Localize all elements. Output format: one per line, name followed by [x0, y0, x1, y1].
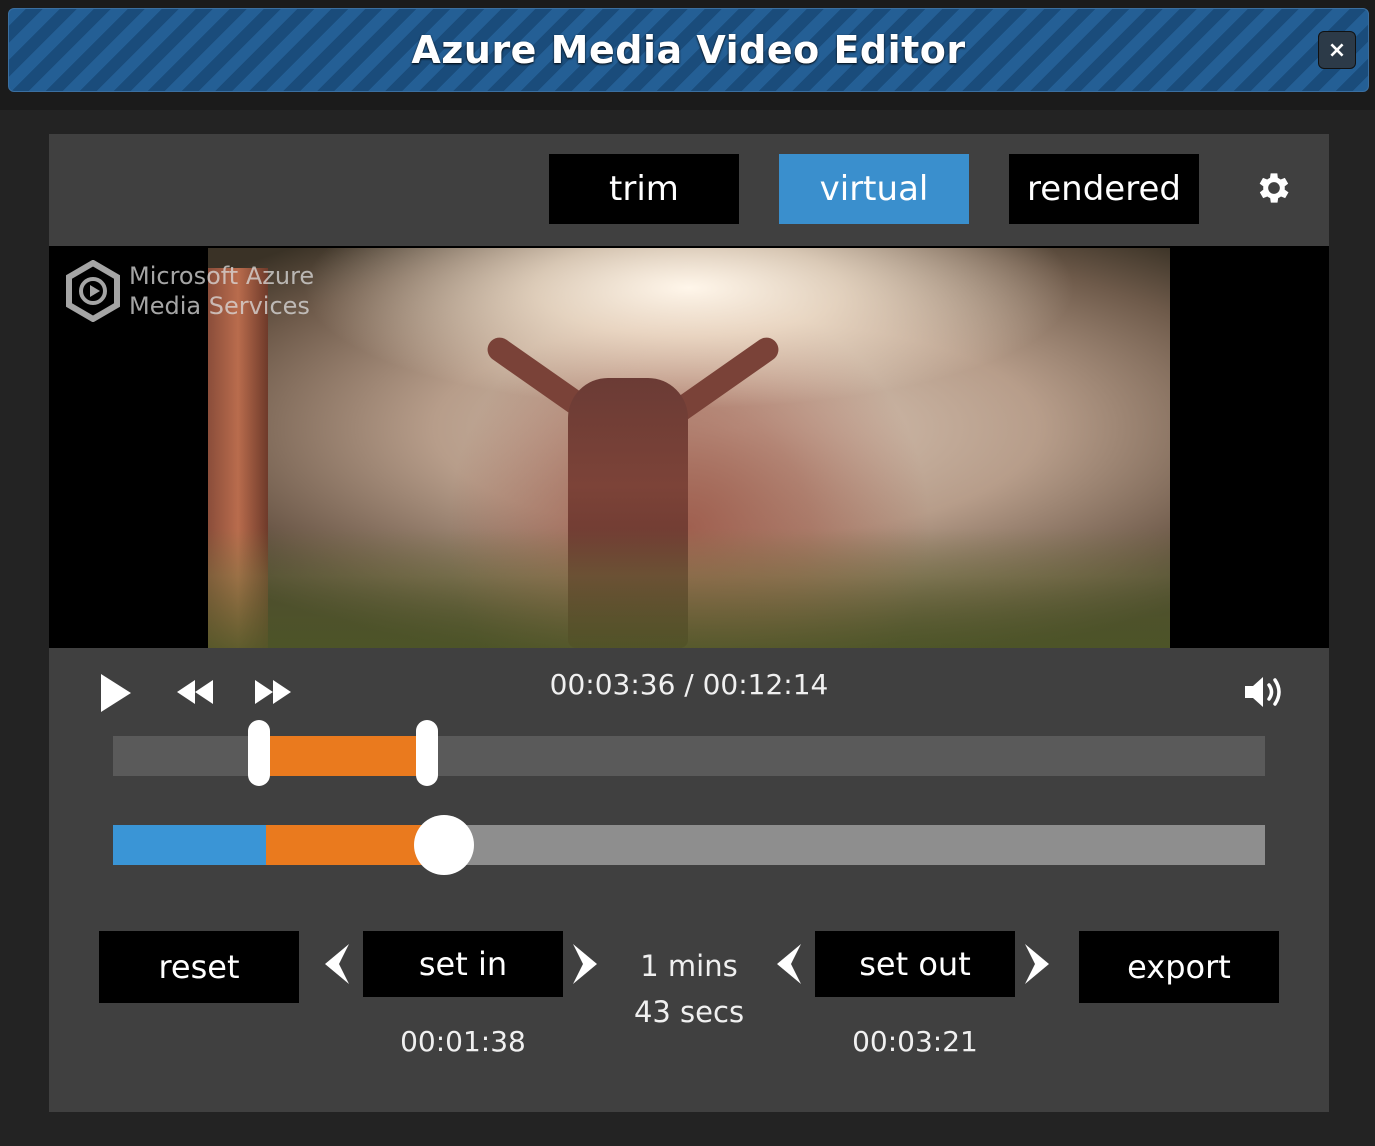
out-time: 00:03:21	[852, 1025, 978, 1058]
player-controls: 00:03:36 / 00:12:14 reset set in 00:01:3…	[49, 648, 1329, 1112]
fast-forward-icon[interactable]	[253, 678, 293, 706]
watermark-line2: Media Services	[129, 292, 310, 320]
title-bar: Azure Media Video Editor ×	[8, 8, 1369, 92]
trim-range-track[interactable]	[113, 720, 1265, 786]
trim-in-handle[interactable]	[248, 720, 271, 786]
gear-icon[interactable]	[1254, 168, 1294, 208]
scrub-knob[interactable]	[413, 815, 474, 875]
reset-button[interactable]: reset	[99, 931, 299, 1003]
tab-rendered[interactable]: rendered	[1009, 154, 1199, 224]
trim-out-handle[interactable]	[416, 720, 439, 786]
duration-seconds: 43 secs	[633, 995, 745, 1029]
set-out-button[interactable]: set out	[815, 931, 1015, 997]
video-frame	[208, 248, 1170, 648]
set-out-next-icon[interactable]	[1021, 942, 1055, 986]
close-icon: ×	[1327, 37, 1347, 63]
close-button[interactable]: ×	[1318, 31, 1356, 69]
tab-virtual[interactable]: virtual	[779, 154, 969, 224]
set-in-prev-icon[interactable]	[319, 942, 353, 986]
export-button[interactable]: export	[1079, 931, 1279, 1003]
set-in-button[interactable]: set in	[363, 931, 563, 997]
play-icon[interactable]	[99, 672, 133, 714]
watermark: Microsoft Azure Media Services	[65, 260, 314, 322]
scrub-bar[interactable]	[113, 815, 1265, 875]
tab-trim[interactable]: trim	[549, 154, 739, 224]
set-out-prev-icon[interactable]	[771, 942, 805, 986]
window-title: Azure Media Video Editor	[411, 28, 966, 72]
clip-duration: 1 mins 43 secs	[609, 943, 769, 1035]
time-display: 00:03:36 / 00:12:14	[549, 668, 829, 701]
editor-panel: trim virtual rendered Microsoft Azure Me…	[49, 134, 1329, 1112]
scrub-bar-buffered	[113, 825, 267, 865]
duration-minutes: 1 mins	[640, 949, 738, 983]
set-in-next-icon[interactable]	[569, 942, 603, 986]
video-player[interactable]: Microsoft Azure Media Services	[49, 246, 1329, 648]
watermark-line1: Microsoft Azure	[129, 262, 315, 290]
azure-media-logo-icon	[66, 260, 120, 322]
volume-icon[interactable]	[1243, 674, 1287, 710]
in-time: 00:01:38	[400, 1025, 526, 1058]
trim-range-selection	[259, 736, 428, 776]
rewind-icon[interactable]	[175, 678, 215, 706]
